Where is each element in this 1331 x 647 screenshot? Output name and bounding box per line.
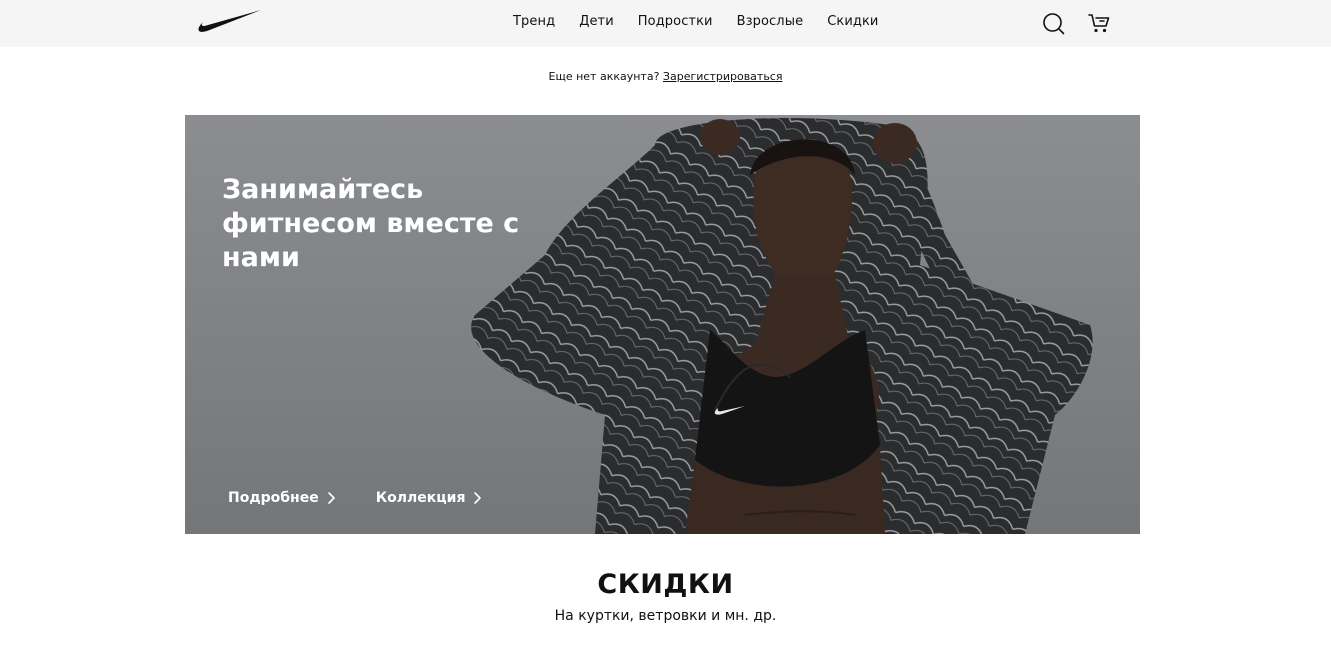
main-nav: Тренд Дети Подростки Взрослые Скидки	[513, 14, 902, 30]
nav-item-kids[interactable]: Дети	[579, 14, 614, 30]
nav-item-adults[interactable]: Взрослые	[737, 14, 804, 30]
sale-section-title: СКИДКИ	[597, 569, 734, 600]
hero-title: Занимайтесь фитнесом вместе с нами	[222, 174, 520, 273]
signup-link[interactable]: Зарегистрироваться	[663, 70, 783, 83]
collection-label: Коллекция	[375, 490, 466, 506]
cart-icon	[1088, 14, 1110, 33]
nav-item-sale[interactable]: Скидки	[827, 14, 878, 30]
hero-banner: Занимайтесь фитнесом вместе с нами Подро…	[185, 115, 1140, 534]
chevron-right-icon	[327, 492, 335, 504]
cart-button[interactable]	[1087, 11, 1111, 35]
nike-swoosh-logo[interactable]	[195, 9, 261, 34]
search-button[interactable]	[1042, 11, 1066, 35]
more-info-label: Подробнее	[228, 490, 319, 506]
chevron-right-icon	[474, 492, 482, 504]
hero-links: Подробнее Коллекция	[228, 490, 522, 506]
search-icon	[1043, 13, 1065, 35]
more-info-link[interactable]: Подробнее	[228, 490, 336, 506]
nav-item-trend[interactable]: Тренд	[513, 14, 555, 30]
top-navigation-bar: Тренд Дети Подростки Взрослые Скидки	[0, 0, 1331, 47]
collection-link[interactable]: Коллекция	[376, 490, 483, 506]
signup-prompt: Еще нет аккаунта? Зарегистрироваться	[0, 70, 1331, 83]
signup-prompt-text: Еще нет аккаунта?	[548, 70, 660, 83]
nav-item-teens[interactable]: Подростки	[638, 14, 713, 30]
sale-section-subtitle: На куртки, ветровки и мн. др.	[554, 608, 777, 624]
